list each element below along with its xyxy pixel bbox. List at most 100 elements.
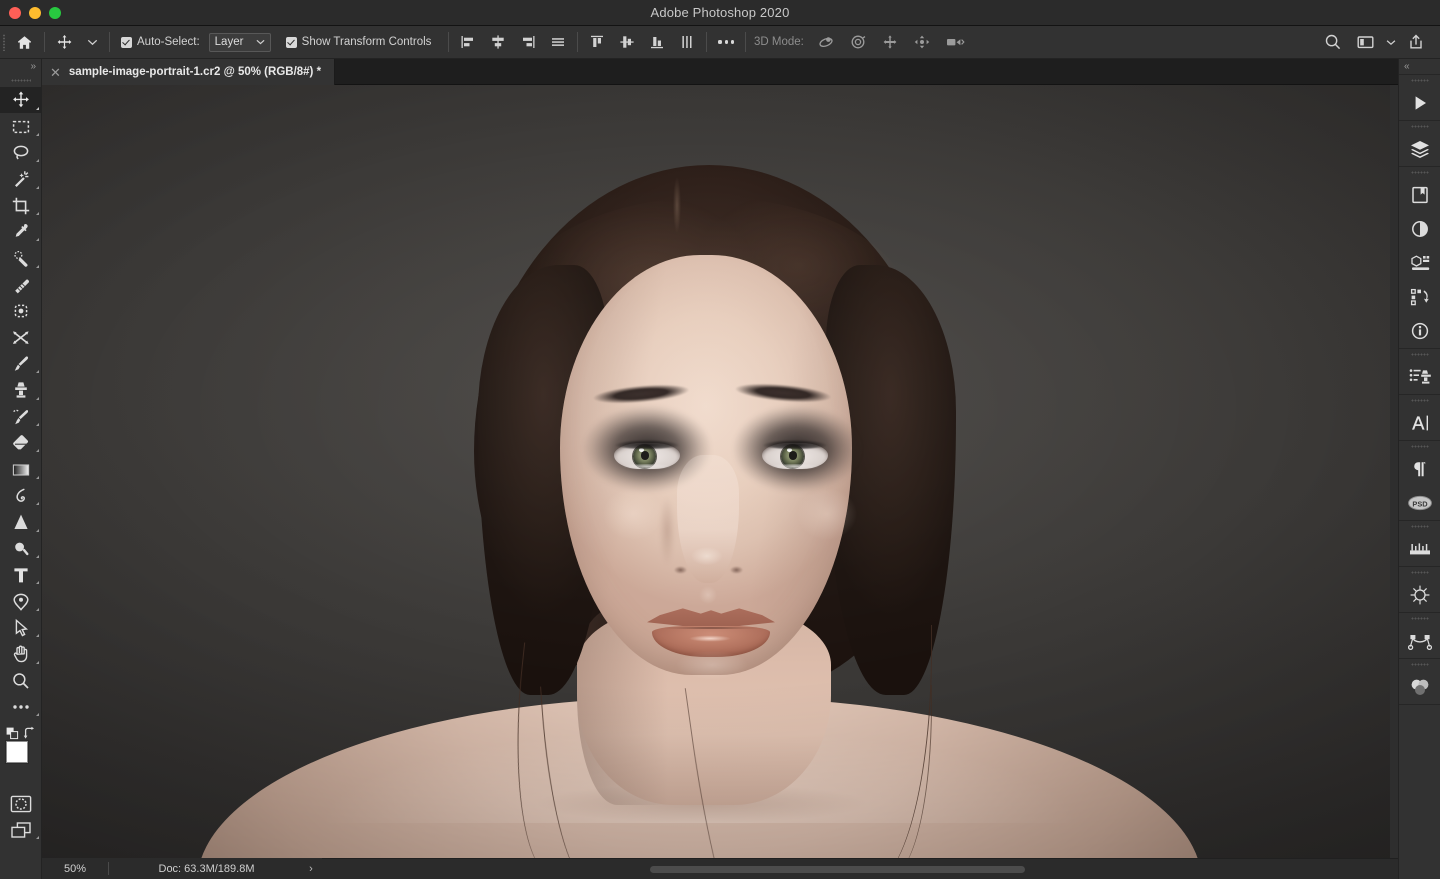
dock-group-grip[interactable] xyxy=(1399,613,1440,624)
close-icon[interactable]: ✕ xyxy=(50,66,61,79)
lip-gloss-highlight xyxy=(681,634,739,643)
tool-eraser[interactable] xyxy=(0,430,42,456)
zoom-3d-camera-icon[interactable] xyxy=(938,26,972,59)
dock-group-grip[interactable] xyxy=(1399,441,1440,452)
home-icon[interactable] xyxy=(9,26,40,59)
layers-icon[interactable] xyxy=(1399,132,1440,166)
workspace-arrange-icon[interactable] xyxy=(1349,26,1382,59)
auto-select-dropdown[interactable]: Layer xyxy=(208,32,271,52)
portrait-figure xyxy=(42,85,1390,858)
tool-content-aware-move[interactable] xyxy=(0,325,42,351)
status-expand-arrow-icon[interactable]: › xyxy=(300,863,322,875)
quick-mask-mode-button[interactable] xyxy=(0,790,42,816)
dock-group-grip[interactable] xyxy=(1399,521,1440,532)
tool-hand[interactable] xyxy=(0,641,42,667)
show-transform-controls-checkbox[interactable]: Show Transform Controls xyxy=(279,26,439,59)
tool-burn[interactable] xyxy=(0,536,42,562)
ellipsis-glyph xyxy=(718,40,734,44)
change-screen-mode-button[interactable] xyxy=(0,817,42,843)
tools-panel-drag-grip[interactable] xyxy=(0,75,41,87)
align-left-edges-icon[interactable] xyxy=(453,26,483,59)
lower-lash-line xyxy=(764,464,826,470)
play-actions-icon[interactable] xyxy=(1399,86,1440,120)
tools-panel: » xyxy=(0,59,42,879)
tool-healing-brush[interactable] xyxy=(0,272,42,298)
canvas-area[interactable] xyxy=(42,85,1398,858)
dock-group-grip[interactable] xyxy=(1399,659,1440,670)
document-tab-bar: ✕ sample-image-portrait-1.cr2 @ 50% (RGB… xyxy=(42,59,1398,85)
align-right-edges-icon[interactable] xyxy=(513,26,543,59)
tool-rectangular-marquee[interactable] xyxy=(0,113,42,139)
navigator-icon[interactable] xyxy=(1399,578,1440,612)
adjustments-icon[interactable] xyxy=(1399,212,1440,246)
paths-icon[interactable] xyxy=(1399,624,1440,658)
dock-group-grip[interactable] xyxy=(1399,75,1440,86)
character-text-icon[interactable] xyxy=(1399,406,1440,440)
horizontal-scrollbar-thumb[interactable] xyxy=(650,866,1025,873)
dock-group-grip[interactable] xyxy=(1399,395,1440,406)
align-horizontal-centers-icon[interactable] xyxy=(483,26,513,59)
zoom-level[interactable]: 50% xyxy=(42,863,108,875)
double-chevron-right-icon[interactable]: » xyxy=(30,60,36,74)
move-tool-icon[interactable] xyxy=(49,26,80,59)
tool-history-brush[interactable] xyxy=(0,404,42,430)
dock-group-grip[interactable] xyxy=(1399,167,1440,178)
info-icon[interactable] xyxy=(1399,314,1440,348)
foreground-color-swatch[interactable] xyxy=(6,741,28,764)
dock-group-paragraph: PSD xyxy=(1399,440,1440,521)
tool-move[interactable] xyxy=(0,87,42,114)
options-bar-grip[interactable] xyxy=(0,26,9,59)
dock-group-grip[interactable] xyxy=(1399,121,1440,132)
more-options-ellipsis-icon[interactable] xyxy=(711,26,741,59)
dock-group-paths xyxy=(1399,612,1440,659)
align-top-edges-icon[interactable] xyxy=(582,26,612,59)
distribute-horizontally-icon[interactable] xyxy=(543,26,573,59)
tool-brush[interactable] xyxy=(0,351,42,377)
dock-group-grip[interactable] xyxy=(1399,567,1440,578)
tool-path-selection[interactable] xyxy=(0,615,42,641)
tool-lasso[interactable] xyxy=(0,140,42,166)
tool-clone-stamp[interactable] xyxy=(0,377,42,403)
tool-edit-toolbar-ellipsis[interactable] xyxy=(0,694,42,720)
color-swatches-icon[interactable] xyxy=(1399,670,1440,704)
tool-spot-healing-brush[interactable] xyxy=(0,245,42,271)
document-tab[interactable]: ✕ sample-image-portrait-1.cr2 @ 50% (RGB… xyxy=(42,59,336,85)
align-bottom-edges-icon[interactable] xyxy=(642,26,672,59)
tool-preset-chevron-down-icon[interactable] xyxy=(80,26,105,59)
search-icon[interactable] xyxy=(1317,26,1349,59)
workspace-chevron-down-icon[interactable] xyxy=(1382,26,1400,59)
tool-zoom[interactable] xyxy=(0,668,42,694)
pan-3d-icon[interactable] xyxy=(874,26,906,59)
styles-stamp-icon[interactable] xyxy=(1399,360,1440,394)
distribute-vertically-icon[interactable] xyxy=(672,26,702,59)
tool-blur-smudge[interactable] xyxy=(0,483,42,509)
psd-properties-icon[interactable]: PSD xyxy=(1399,486,1440,520)
swatch-shortcuts xyxy=(0,726,42,740)
auto-select-checkbox[interactable]: Auto-Select: xyxy=(114,26,202,59)
orbit-3d-icon[interactable] xyxy=(810,26,842,59)
tool-pen[interactable] xyxy=(0,588,42,614)
libraries-icon[interactable] xyxy=(1399,178,1440,212)
nose-tip-highlight xyxy=(687,547,731,573)
paragraph-icon[interactable] xyxy=(1399,452,1440,486)
tool-gradient[interactable] xyxy=(0,456,42,482)
double-chevron-left-icon[interactable]: « xyxy=(1404,60,1410,74)
slide-3d-icon[interactable] xyxy=(906,26,938,59)
tools-panel-header: » xyxy=(0,59,41,75)
tool-eyedropper[interactable] xyxy=(0,219,42,245)
align-vertical-centers-icon[interactable] xyxy=(612,26,642,59)
tool-crop[interactable] xyxy=(0,193,42,219)
roll-3d-icon[interactable] xyxy=(842,26,874,59)
dock-group-grip[interactable] xyxy=(1399,349,1440,360)
divider xyxy=(744,32,746,52)
tool-type[interactable] xyxy=(0,562,42,588)
timeline-measurement-icon[interactable] xyxy=(1399,532,1440,566)
3d-icon[interactable] xyxy=(1399,246,1440,280)
share-icon[interactable] xyxy=(1400,26,1432,59)
tool-patch[interactable] xyxy=(0,298,42,324)
nostril-right xyxy=(728,565,745,575)
tool-object-selection-magic-wand[interactable] xyxy=(0,166,42,192)
history-icon[interactable] xyxy=(1399,280,1440,314)
options-bar: Auto-Select: Layer Show Transform Contro… xyxy=(0,26,1440,59)
tool-dodge[interactable] xyxy=(0,509,42,535)
